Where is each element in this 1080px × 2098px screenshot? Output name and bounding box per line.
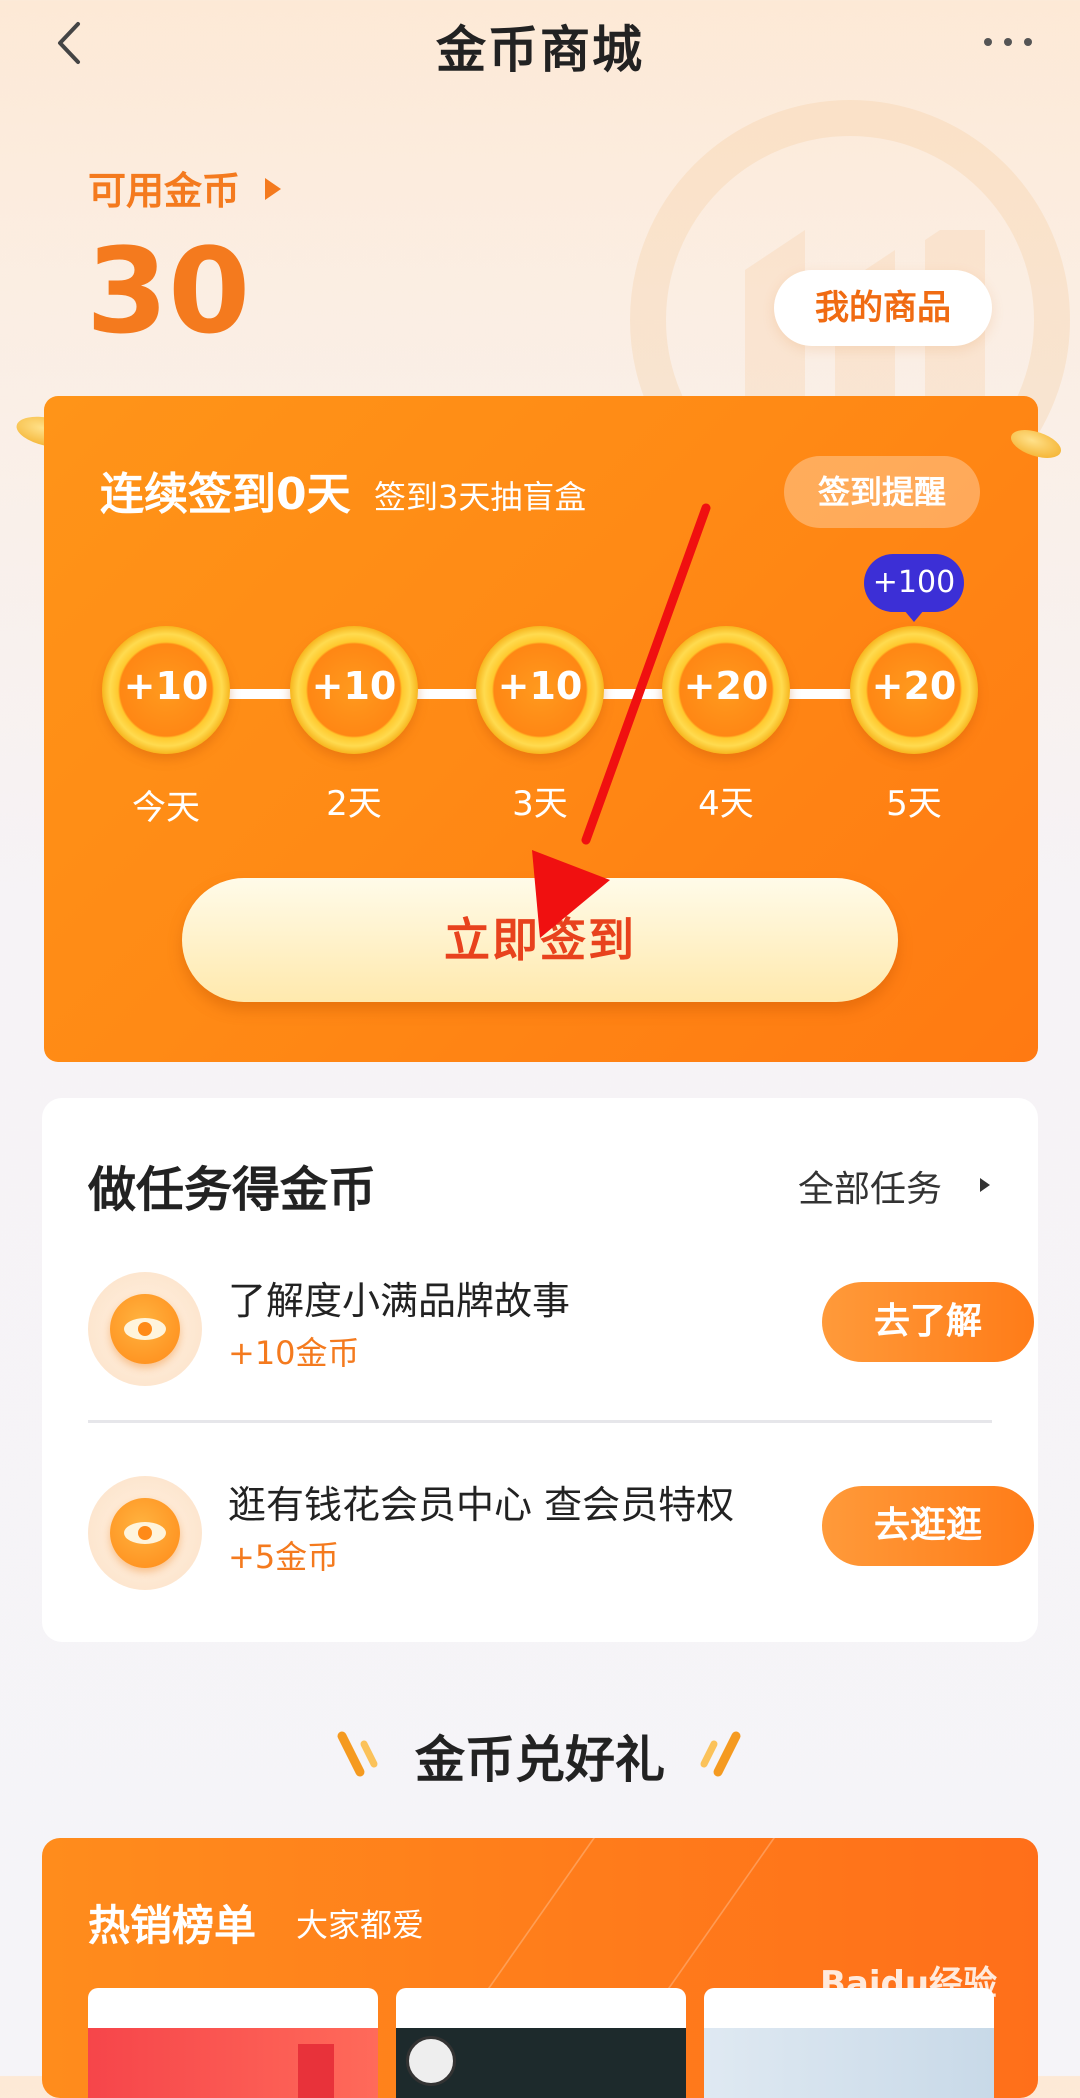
task-item: 了解度小满品牌故事 +10金币 去了解 xyxy=(88,1262,1034,1392)
exchange-title: 金币兑好礼 xyxy=(415,1731,665,1789)
day-reward: +10 xyxy=(123,664,209,708)
divider xyxy=(88,1420,992,1423)
available-coins-label[interactable]: 可用金币 xyxy=(88,160,240,215)
learn-more-button[interactable]: 去了解 xyxy=(822,1282,1034,1362)
product-card[interactable] xyxy=(88,1988,378,2098)
slash-decoration-icon xyxy=(700,1731,741,1777)
play-triangle-icon xyxy=(265,178,281,200)
streak-title: 连续签到0天 xyxy=(100,469,351,520)
day-reward: +10 xyxy=(311,664,397,708)
day-item: +10 今天 xyxy=(102,626,230,829)
browse-button[interactable]: 去逛逛 xyxy=(822,1486,1034,1566)
tasks-card: 做任务得金币 全部任务 了解度小满品牌故事 +10金币 去了解 逛有钱花会员中心… xyxy=(42,1098,1038,1642)
coin-icon: +10 xyxy=(476,626,604,754)
coin-icon: +20 xyxy=(662,626,790,754)
task-name: 了解度小满品牌故事 xyxy=(228,1279,571,1323)
day-reward: +10 xyxy=(497,664,583,708)
task-reward: +10金币 xyxy=(228,1334,360,1372)
watermark: Baidu经验 jingyan.baidu.com xyxy=(820,1956,1060,2026)
product-card[interactable] xyxy=(396,1988,686,2098)
watermark-url: jingyan.baidu.com xyxy=(820,2005,987,2026)
coin-icon: +10 xyxy=(290,626,418,754)
coins-balance: 30 xyxy=(86,222,251,360)
day-label: 3天 xyxy=(512,784,568,824)
my-goods-button[interactable]: 我的商品 xyxy=(774,270,992,346)
top-bar: 金币商城 xyxy=(0,0,1080,90)
signin-now-button[interactable]: 立即签到 xyxy=(182,878,898,1002)
day-item: +10 3天 xyxy=(476,626,604,825)
play-triangle-icon xyxy=(980,1178,990,1192)
hot-list-subtitle: 大家都爱 xyxy=(296,1906,425,1944)
page-title: 金币商城 xyxy=(436,21,644,79)
eye-icon xyxy=(88,1272,202,1386)
day-label: 今天 xyxy=(132,788,200,828)
day-item: +20 4天 xyxy=(662,626,790,825)
coin-icon: +10 xyxy=(102,626,230,754)
bonus-badge: +100 xyxy=(864,554,964,622)
all-tasks-link[interactable]: 全部任务 xyxy=(798,1160,942,1212)
more-options-icon[interactable] xyxy=(978,26,1038,56)
day-label: 2天 xyxy=(326,784,382,824)
day-item: +20 5天 xyxy=(850,626,978,825)
coin-icon: +20 xyxy=(850,626,978,754)
task-item: 逛有钱花会员中心 查会员特权 +5金币 去逛逛 xyxy=(88,1466,1034,1596)
task-name: 逛有钱花会员中心 查会员特权 xyxy=(228,1483,735,1527)
eye-icon xyxy=(88,1476,202,1590)
day-label: 5天 xyxy=(886,784,942,824)
streak-subtitle: 签到3天抽盲盒 xyxy=(374,478,587,516)
day-reward: +20 xyxy=(683,664,769,708)
signin-reminder-button[interactable]: 签到提醒 xyxy=(784,456,980,528)
watermark-brand: Baidu经验 xyxy=(820,1964,998,2004)
day-reward: +20 xyxy=(871,664,957,708)
tasks-title: 做任务得金币 xyxy=(88,1162,377,1218)
day-label: 4天 xyxy=(698,784,754,824)
day-item: +10 2天 xyxy=(290,626,418,825)
task-reward: +5金币 xyxy=(228,1538,340,1576)
hot-list-title: 热销榜单 xyxy=(88,1901,257,1950)
